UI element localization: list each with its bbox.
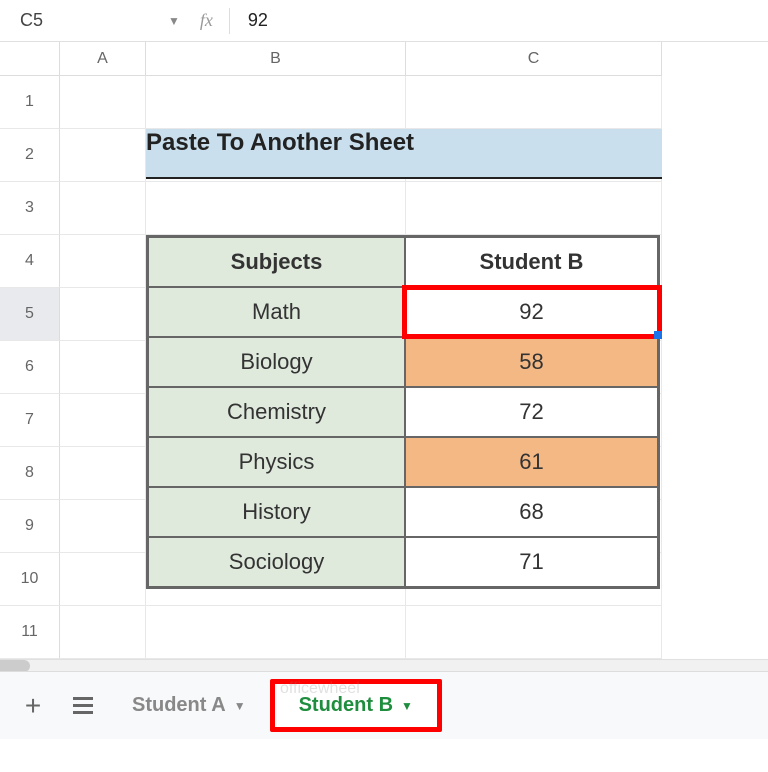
cell[interactable] — [60, 447, 146, 500]
table-row: Chemistry72 — [148, 387, 658, 437]
title-cell[interactable]: Paste To Another Sheet — [146, 129, 662, 179]
score-cell[interactable]: 61 — [405, 437, 658, 487]
grid-row — [60, 76, 768, 129]
spreadsheet-grid: 1234567891011 ABC Paste To Another Sheet… — [0, 42, 768, 659]
cell[interactable] — [60, 341, 146, 394]
select-all-corner[interactable] — [0, 42, 60, 76]
sheet-tab-student-a[interactable]: Student A ▼ — [108, 684, 270, 727]
subject-cell[interactable]: Physics — [148, 437, 405, 487]
cells-area[interactable]: Paste To Another Sheet Subjects Student … — [60, 76, 768, 659]
cell[interactable] — [60, 235, 146, 288]
grid-row — [60, 606, 768, 659]
cell[interactable] — [60, 182, 146, 235]
table-row: Sociology71 — [148, 537, 658, 587]
cell[interactable] — [60, 606, 146, 659]
row-header-10[interactable]: 10 — [0, 553, 60, 606]
subject-cell[interactable]: Sociology — [148, 537, 405, 587]
table-row: Math92 — [148, 287, 658, 337]
cell[interactable] — [60, 129, 146, 182]
header-student[interactable]: Student B — [405, 237, 658, 287]
row-headers-column: 1234567891011 — [0, 42, 60, 659]
formula-bar-row: C5 ▼ fx 92 — [0, 0, 768, 42]
grid-row — [60, 182, 768, 235]
cell[interactable] — [60, 394, 146, 447]
score-cell[interactable]: 92 — [405, 287, 658, 337]
cell[interactable] — [406, 76, 662, 129]
all-sheets-button[interactable] — [58, 681, 108, 731]
column-header-b[interactable]: B — [146, 42, 406, 76]
row-header-1[interactable]: 1 — [0, 76, 60, 129]
score-cell[interactable]: 68 — [405, 487, 658, 537]
row-header-11[interactable]: 11 — [0, 606, 60, 659]
subject-cell[interactable]: History — [148, 487, 405, 537]
table-row: Biology58 — [148, 337, 658, 387]
row-header-6[interactable]: 6 — [0, 341, 60, 394]
column-header-c[interactable]: C — [406, 42, 662, 76]
cell[interactable] — [60, 553, 146, 606]
cell[interactable] — [406, 606, 662, 659]
chevron-down-icon[interactable]: ▼ — [401, 699, 413, 713]
add-sheet-button[interactable]: + — [8, 681, 58, 731]
cell[interactable] — [406, 182, 662, 235]
subject-cell[interactable]: Math — [148, 287, 405, 337]
column-header-a[interactable]: A — [60, 42, 146, 76]
watermark: officewheel — [280, 680, 360, 698]
subject-cell[interactable]: Biology — [148, 337, 405, 387]
data-table: Subjects Student B Math92Biology58Chemis… — [146, 235, 660, 589]
menu-icon — [73, 697, 93, 714]
chevron-down-icon[interactable]: ▼ — [234, 699, 246, 713]
name-box-dropdown-icon[interactable]: ▼ — [168, 14, 180, 28]
row-header-3[interactable]: 3 — [0, 182, 60, 235]
row-header-7[interactable]: 7 — [0, 394, 60, 447]
row-header-8[interactable]: 8 — [0, 447, 60, 500]
score-cell[interactable]: 58 — [405, 337, 658, 387]
cell[interactable] — [146, 606, 406, 659]
header-subjects[interactable]: Subjects — [148, 237, 405, 287]
sheet-tab-label: Student A — [132, 694, 226, 717]
cell[interactable] — [146, 182, 406, 235]
name-box[interactable]: C5 — [8, 10, 168, 31]
row-header-5[interactable]: 5 — [0, 288, 60, 341]
cell[interactable] — [146, 76, 406, 129]
column-headers: ABC — [60, 42, 768, 76]
score-cell[interactable]: 72 — [405, 387, 658, 437]
row-header-9[interactable]: 9 — [0, 500, 60, 553]
row-header-4[interactable]: 4 — [0, 235, 60, 288]
cell[interactable] — [60, 288, 146, 341]
subject-cell[interactable]: Chemistry — [148, 387, 405, 437]
cell[interactable] — [60, 76, 146, 129]
row-header-2[interactable]: 2 — [0, 129, 60, 182]
fx-divider — [229, 8, 230, 34]
table-header-row: Subjects Student B — [148, 237, 658, 287]
score-cell[interactable]: 71 — [405, 537, 658, 587]
fx-icon: fx — [200, 10, 213, 31]
cell[interactable] — [60, 500, 146, 553]
grid-body: ABC Paste To Another Sheet Subjects Stud… — [60, 42, 768, 659]
table-row: History68 — [148, 487, 658, 537]
formula-bar[interactable]: 92 — [248, 10, 760, 31]
table-row: Physics61 — [148, 437, 658, 487]
horizontal-scroll-area[interactable] — [0, 659, 768, 671]
sheet-tabs-bar: + Student A ▼ Student B ▼ — [0, 671, 768, 739]
